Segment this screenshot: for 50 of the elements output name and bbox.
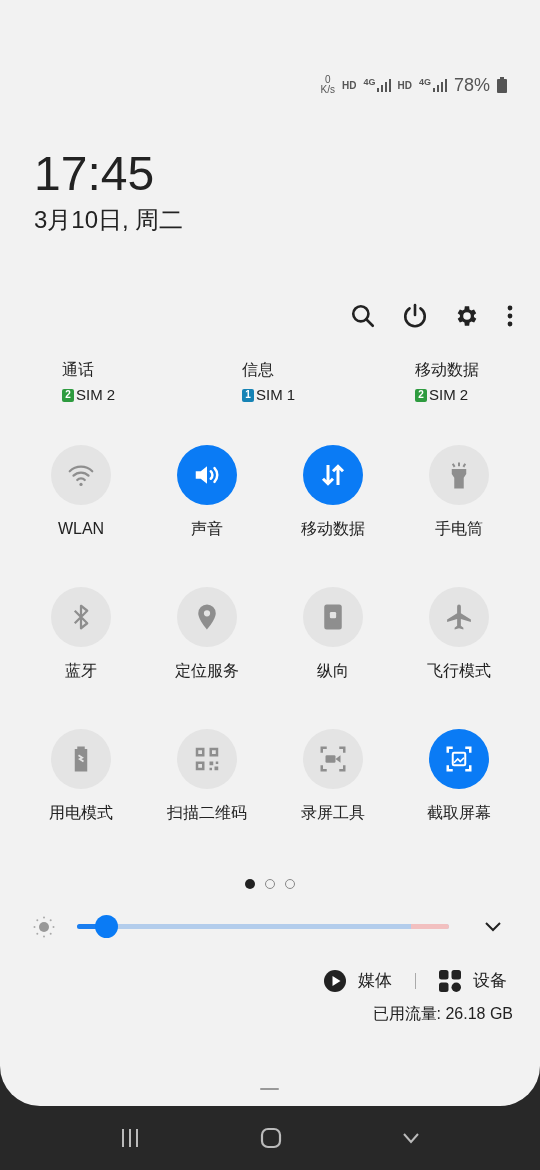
- back-icon[interactable]: [402, 1132, 420, 1144]
- drag-handle[interactable]: [260, 1088, 279, 1090]
- toggle-label: 定位服务: [175, 660, 239, 681]
- network-type: 4G: [418, 78, 431, 87]
- toggle-label: 纵向: [317, 660, 349, 681]
- sim-name: SIM 2: [429, 385, 469, 405]
- battery-percent: 78%: [453, 73, 490, 97]
- signal-icon: [376, 78, 391, 92]
- toggle-label: 蓝牙: [65, 660, 97, 681]
- toggle-label: 声音: [191, 518, 223, 539]
- toggle-label: 用电模式: [49, 802, 113, 823]
- expand-icon[interactable]: [484, 920, 502, 933]
- network-type: 4G: [363, 78, 376, 87]
- recent-apps-icon[interactable]: [120, 1127, 140, 1149]
- clock-time: 17:45: [34, 146, 156, 202]
- toggle-label: 录屏工具: [301, 802, 365, 823]
- overbright-zone: [411, 924, 449, 929]
- toggle-label: 手电筒: [435, 518, 483, 539]
- home-icon[interactable]: [260, 1127, 282, 1149]
- sim-name: SIM 1: [256, 385, 296, 405]
- media-button[interactable]: 媒体: [324, 967, 392, 994]
- sim-badge: 1: [242, 388, 254, 402]
- data-usage-text: 已用流量: 26.18 GB: [372, 1003, 513, 1024]
- signal-icon: [432, 78, 447, 92]
- brightness-thumb[interactable]: [95, 915, 119, 938]
- search-icon[interactable]: [350, 303, 376, 329]
- more-options-icon[interactable]: [506, 304, 514, 328]
- sim-badge: 2: [62, 388, 74, 402]
- devices-grid-icon: [439, 969, 461, 992]
- battery-icon: [497, 77, 507, 93]
- power-icon[interactable]: [402, 303, 428, 329]
- hd-indicator: HD: [342, 78, 357, 93]
- sim-setting-label: 通话: [62, 360, 95, 380]
- toggle-label: 扫描二维码: [167, 802, 247, 823]
- brightness-icon: [33, 915, 55, 938]
- date-text: 3月10日, 周二: [34, 205, 185, 235]
- hd-indicator: HD: [397, 78, 412, 93]
- sim-setting-label: 信息: [242, 360, 275, 380]
- toggle-label: 移动数据: [301, 518, 365, 539]
- toggle-label: 截取屏幕: [427, 802, 491, 823]
- brightness-slider[interactable]: [77, 915, 449, 938]
- sim-badge: 2: [415, 388, 427, 402]
- speed-value: 0: [325, 75, 331, 85]
- toggle-label: 飞行模式: [427, 660, 491, 681]
- sim-name: SIM 2: [76, 385, 116, 405]
- play-icon: [324, 969, 346, 992]
- sim-setting-label: 移动数据: [415, 360, 480, 380]
- devices-button[interactable]: 设备: [439, 967, 507, 994]
- toggle-label: WLAN: [57, 518, 105, 539]
- speed-unit: K/s: [320, 85, 336, 95]
